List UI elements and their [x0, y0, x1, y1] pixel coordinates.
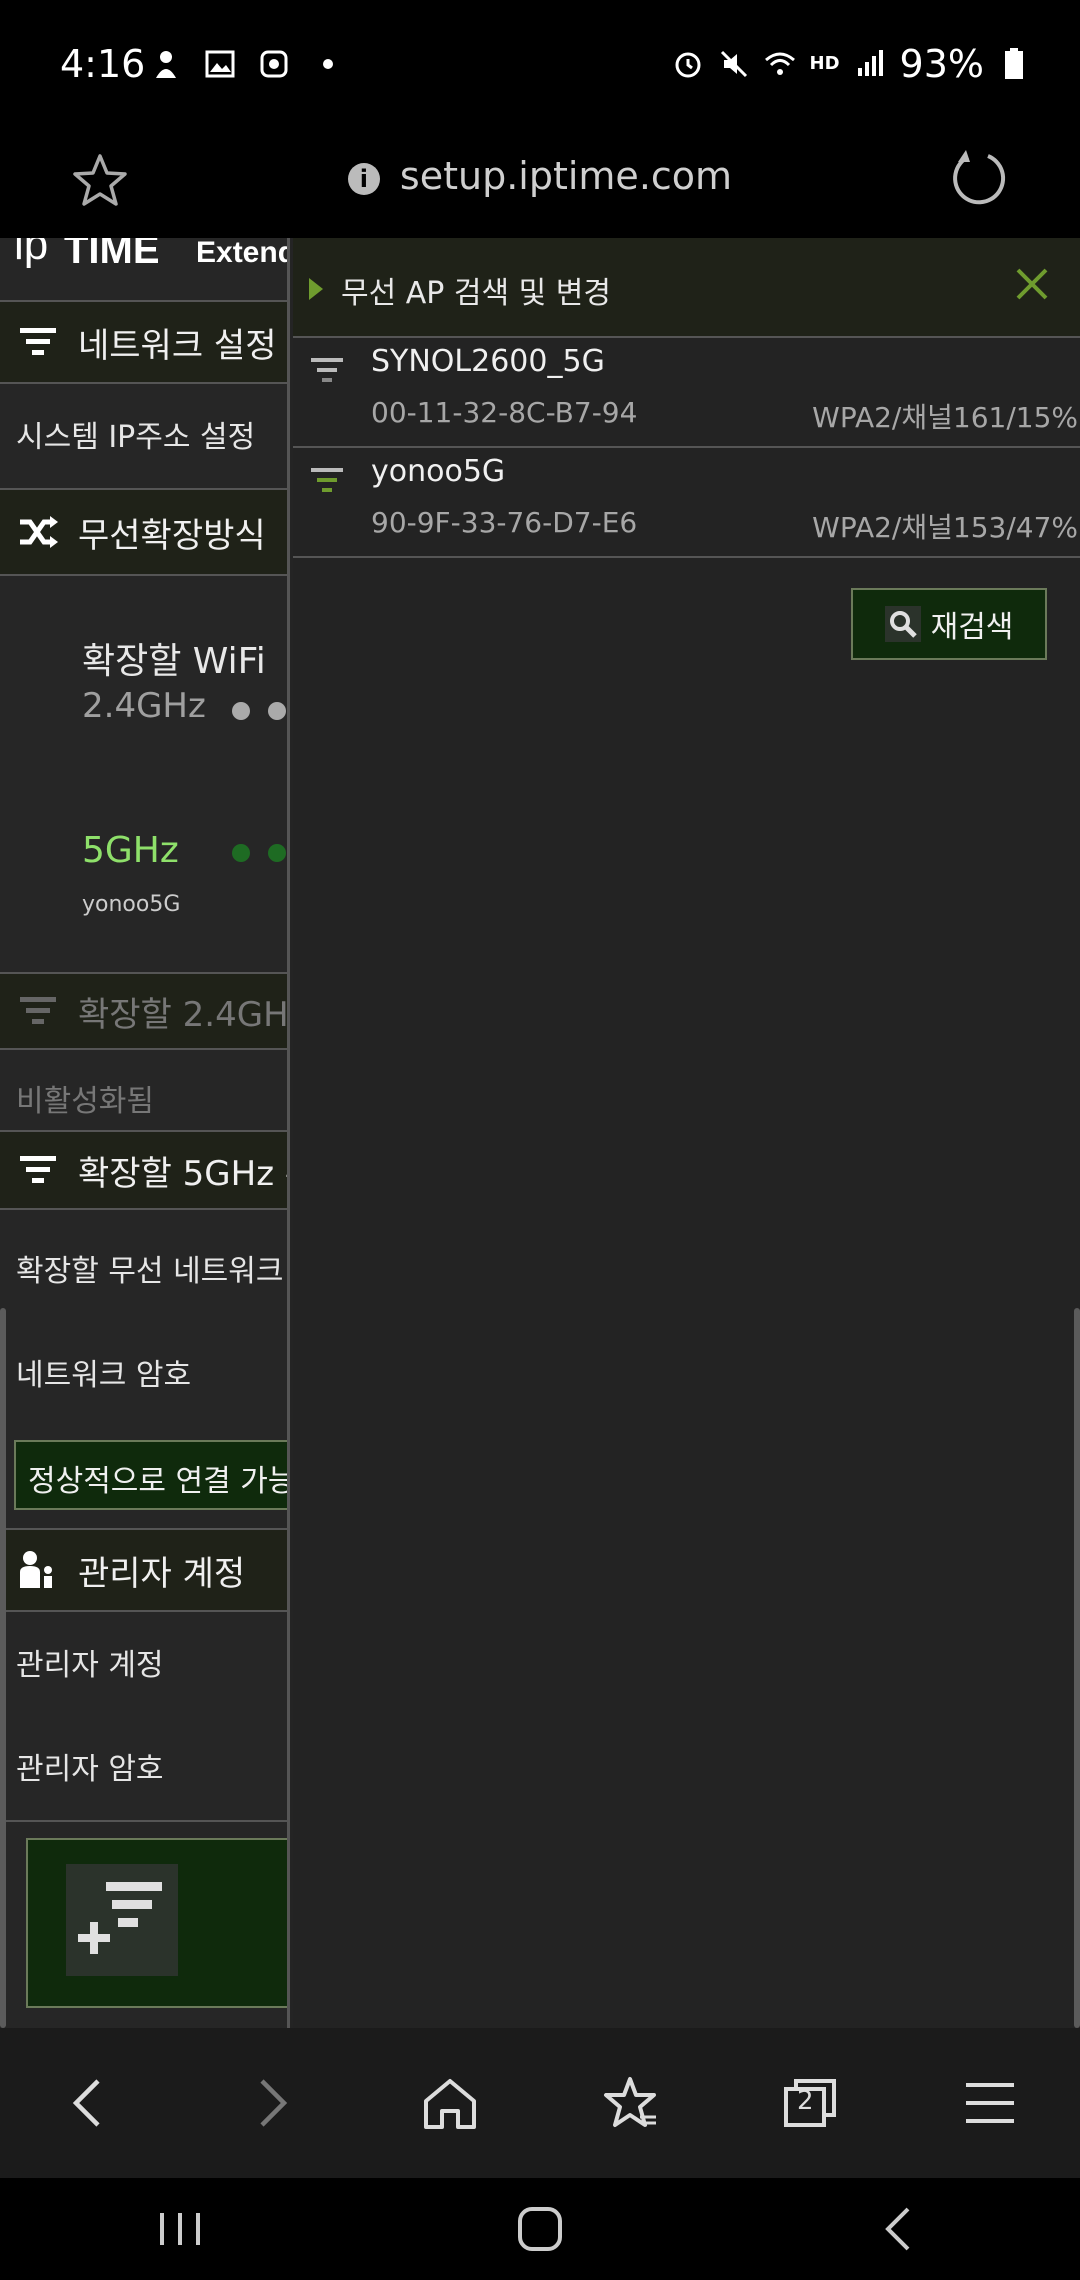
add-network-button[interactable] [26, 1838, 287, 2008]
divider [0, 1820, 287, 1822]
menu-button[interactable] [955, 2068, 1025, 2138]
rescan-label: 재검색 [930, 610, 1014, 645]
wireless-mode-header[interactable]: 무선확장방식 [0, 488, 287, 576]
url-field[interactable]: i setup.iptime.com [0, 154, 1080, 198]
web-page: ip TIME Extend 네트워크 설정 시스템 IP주소 설정 무선확장방… [0, 238, 1080, 2028]
network-password-item[interactable]: 네트워크 암호 [16, 1350, 191, 1394]
home-square-icon [518, 2207, 562, 2251]
battery-icon [1005, 48, 1023, 79]
info-icon[interactable]: i [347, 162, 380, 195]
home-nav-button[interactable] [510, 2199, 570, 2259]
ap-mac: 00-11-32-8C-B7-94 [371, 396, 638, 429]
recent-apps-button[interactable] [150, 2199, 210, 2259]
extend-24-header[interactable]: 확장할 2.4GHz [0, 972, 287, 1050]
shuffle-icon [20, 516, 58, 548]
bookmarks-button[interactable] [595, 2068, 665, 2138]
system-nav-bar [0, 2178, 1080, 2280]
clock: 4:16 [60, 42, 146, 86]
ap-panel-header: 무선 AP 검색 및 변경 [293, 238, 1080, 338]
back-chevron-icon [885, 2207, 910, 2251]
admin-account-item[interactable]: 관리자 계정 [16, 1640, 164, 1684]
reload-icon[interactable] [948, 148, 1010, 210]
alarm-icon [675, 52, 701, 78]
status-ok-text: 정상적으로 연결 가능 [28, 1464, 290, 1499]
ap-mac: 90-9F-33-76-D7-E6 [371, 506, 638, 539]
extend-5-header[interactable]: 확장할 5GHz 무 [0, 1130, 287, 1210]
logo-time: TIME [64, 238, 160, 272]
mute-icon [720, 50, 747, 78]
back-nav-button[interactable] [870, 2199, 930, 2259]
band-24-dot-1 [232, 702, 250, 720]
logo-ip: ip [14, 238, 49, 269]
status-ok-box: 정상적으로 연결 가능 [14, 1440, 290, 1510]
admin-header[interactable]: 관리자 계정 [0, 1528, 287, 1612]
rescan-button[interactable]: 재검색 [851, 588, 1047, 660]
ap-security: WPA2/채널153/47% [812, 511, 1078, 544]
ap-ssid: yonoo5G [371, 454, 506, 489]
person-notification-icon [156, 51, 176, 78]
browser-toolbar: 2 [0, 2028, 1080, 2178]
left-scrollbar[interactable] [0, 1308, 6, 2028]
band-24-label[interactable]: 2.4GHz [82, 686, 206, 726]
tabs-count: 2 [797, 2086, 814, 2116]
iptime-logo: ip TIME Extend [0, 238, 290, 272]
dot-icon [323, 59, 333, 69]
ap-item[interactable]: SYNOL2600_5G 00-11-32-8C-B7-94 WPA2/채널16… [293, 340, 1080, 448]
ap-item[interactable]: yonoo5G 90-9F-33-76-D7-E6 WPA2/채널153/47% [293, 450, 1080, 558]
image-icon [205, 50, 235, 78]
signal-icon [857, 50, 883, 76]
wifi-signal-icon [311, 468, 343, 492]
admin-user-icon [20, 1551, 52, 1588]
ap-security: WPA2/채널161/15% [812, 401, 1078, 434]
left-menu-panel: ip TIME Extend 네트워크 설정 시스템 IP주소 설정 무선확장방… [0, 238, 290, 2028]
triangle-icon [309, 278, 323, 300]
admin-password-item[interactable]: 관리자 암호 [16, 1744, 164, 1788]
system-ip-item[interactable]: 시스템 IP주소 설정 [16, 412, 255, 456]
filter-icon [20, 997, 56, 1024]
add-list-icon [66, 1864, 178, 1976]
url-text: setup.iptime.com [399, 154, 733, 198]
filter-icon [20, 328, 56, 355]
disabled-label: 비활성화됨 [16, 1084, 154, 1119]
battery-percent: 93% [899, 42, 984, 86]
wifi-to-extend-label: 확장할 WiFi [82, 641, 266, 682]
band-24-dot-2 [268, 702, 286, 720]
right-scrollbar[interactable] [1074, 1308, 1080, 2028]
ap-panel-title: 무선 AP 검색 및 변경 [341, 276, 611, 311]
ap-search-panel: 무선 AP 검색 및 변경 SYNOL2600_5G 00-11-32-8C-B… [293, 238, 1080, 2028]
forward-button[interactable] [235, 2068, 305, 2138]
tabs-button[interactable]: 2 [775, 2068, 845, 2138]
hd-voice-icon: HD [809, 53, 840, 74]
search-icon [884, 606, 921, 642]
ap-ssid: SYNOL2600_5G [371, 344, 605, 379]
band-5-dot-2 [268, 844, 286, 862]
close-icon[interactable] [1012, 264, 1052, 304]
extend-network-item[interactable]: 확장할 무선 네트워크 [16, 1246, 283, 1290]
hamburger-menu-icon [966, 2083, 1014, 2123]
wifi-signal-icon [311, 358, 343, 382]
status-bar: 4:16 HD 93% [0, 0, 1080, 130]
home-button[interactable] [415, 2068, 485, 2138]
home-icon [424, 2079, 476, 2129]
band-5-label[interactable]: 5GHz [82, 830, 179, 871]
chevron-right-icon [260, 2079, 288, 2127]
app-notification-icon [260, 50, 288, 78]
wifi-icon [764, 52, 795, 75]
filter-icon [20, 1156, 56, 1183]
recent-apps-icon [160, 2213, 200, 2245]
bookmark-star-icon [604, 2077, 656, 2127]
chevron-left-icon [72, 2079, 100, 2127]
band-5-dot-1 [232, 844, 250, 862]
band-5-ssid: yonoo5G [82, 892, 181, 917]
logo-extend: Extend [196, 238, 290, 269]
url-bar: i setup.iptime.com [0, 130, 1080, 238]
back-button[interactable] [55, 2068, 125, 2138]
network-settings-header[interactable]: 네트워크 설정 [0, 300, 287, 384]
